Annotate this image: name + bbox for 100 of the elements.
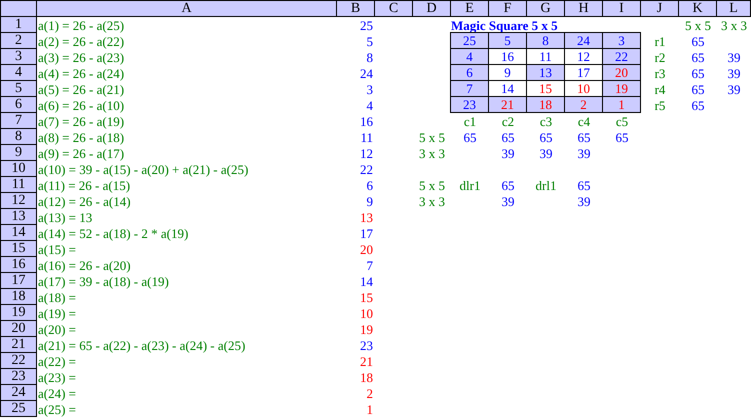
column-header: F [489,0,527,17]
table-cell-text: 65 [690,33,706,49]
table-cell-text: 7 [366,257,374,273]
row-header: 13 [0,209,37,225]
table-cell-text: 4 [366,97,374,113]
table-cell-text: 1 [366,401,374,417]
table-cell-text: 65 [462,129,478,145]
table-cell: 2 [564,96,603,113]
table-cell: 23 [450,96,489,113]
table-cell-text: a(10) = 39 - a(15) - a(20) + a(21) - a(25) [37,161,250,177]
row-header: 5 [0,81,37,97]
table-cell-text: 3 x 3 [720,17,748,33]
row-header: 2 [0,33,37,49]
row-header: 9 [0,145,37,161]
table-cell-text: 11 [359,129,374,145]
table-cell-text: a(21) = 65 - a(22) - a(23) - a(24) - a(25) [37,337,246,353]
table-cell: 20 [602,64,641,81]
table-cell-text: dlr1 [458,177,482,193]
table-cell-text: a(6) = 26 - a(10) [37,97,126,113]
table-cell-text: 39 [576,145,592,161]
table-cell-text: 17 [359,225,374,241]
table-cell: 5 [488,32,527,49]
table-cell-text: a(17) = 39 - a(18) - a(19) [37,273,170,289]
row-header: 14 [0,225,37,241]
table-cell-text: r3 [654,65,666,81]
table-cell-text: 39 [538,145,554,161]
row-header: 15 [0,241,37,257]
column-header: E [451,0,489,17]
table-cell-text: a(4) = 26 - a(24) [37,65,126,81]
table-cell-text: a(1) = 26 - a(25) [37,17,126,33]
table-cell-text: a(14) = 52 - a(18) - 2 * a(19) [37,225,190,241]
table-cell-text: 65 [690,81,706,97]
table-cell-text: a(19) = [37,305,78,321]
row-header: 16 [0,257,37,273]
table-cell-text: c4 [576,113,592,129]
table-cell-text: r1 [654,33,666,49]
table-cell-text: a(22) = [37,353,78,369]
row-header: 4 [0,65,37,81]
table-cell-text: a(18) = [37,289,78,305]
column-header: G [527,0,565,17]
column-header: H [565,0,603,17]
table-cell-text: 24 [359,65,374,81]
table-cell-text: r4 [654,81,666,97]
table-cell: 25 [450,32,489,49]
table-cell-text: 21 [359,353,374,369]
table-cell-text: drl1 [534,177,558,193]
table-cell-text: r5 [654,97,666,113]
table-cell-text: a(3) = 26 - a(23) [37,49,126,65]
column-header: B [337,0,375,17]
table-cell-text: 22 [359,161,374,177]
column-header: J [641,0,679,17]
table-cell-text: 15 [359,289,374,305]
row-header: 11 [0,177,37,193]
table-cell: 8 [526,32,565,49]
table-cell: 24 [564,32,603,49]
column-header: K [679,0,717,17]
table-cell-text: 14 [359,273,374,289]
row-header: 7 [0,113,37,129]
table-cell-text: a(20) = [37,321,78,337]
table-cell-text: 65 [500,129,516,145]
table-cell-text: c3 [538,113,554,129]
row-header: 1 [0,17,37,33]
table-cell-text: a(15) = [37,241,78,257]
sheet-title: Magic Square 5 x 5 [451,17,559,33]
table-cell-text: a(12) = 26 - a(14) [37,193,132,209]
table-cell-text: 16 [359,113,374,129]
row-header: 22 [0,353,37,369]
table-cell-text: c2 [500,113,516,129]
table-cell-text: a(24) = [37,385,78,401]
column-header: L [717,0,751,17]
table-cell-text: a(2) = 26 - a(22) [37,33,126,49]
column-header: D [413,0,451,17]
table-cell: 3 [602,32,641,49]
table-cell-text: 5 [366,33,374,49]
table-cell-text: 39 [726,65,742,81]
table-cell-text: 9 [366,193,374,209]
row-header: 19 [0,305,37,321]
table-cell-text: 39 [500,145,516,161]
row-header: 18 [0,289,37,305]
row-header: 21 [0,337,37,353]
row-header: 6 [0,97,37,113]
table-cell: 6 [450,64,489,81]
table-cell-text: 5 x 5 [418,129,446,145]
table-cell: 13 [526,64,565,81]
row-header: 24 [0,385,37,401]
table-cell-text: 19 [359,321,374,337]
table-cell-text: 39 [576,193,592,209]
table-cell-text: 65 [690,97,706,113]
row-header: 8 [0,129,37,145]
table-cell-text: 13 [359,209,374,225]
table-cell-text: 25 [359,17,374,33]
header-corner [0,0,37,17]
table-cell-text: 20 [359,241,374,257]
table-cell: 22 [602,48,641,65]
table-cell: 18 [526,96,565,113]
table-cell-text: 3 x 3 [418,145,446,161]
table-cell: 7 [450,80,489,97]
table-cell-text: a(9) = 26 - a(17) [37,145,126,161]
table-cell-text: 65 [500,177,516,193]
row-header: 23 [0,369,37,385]
